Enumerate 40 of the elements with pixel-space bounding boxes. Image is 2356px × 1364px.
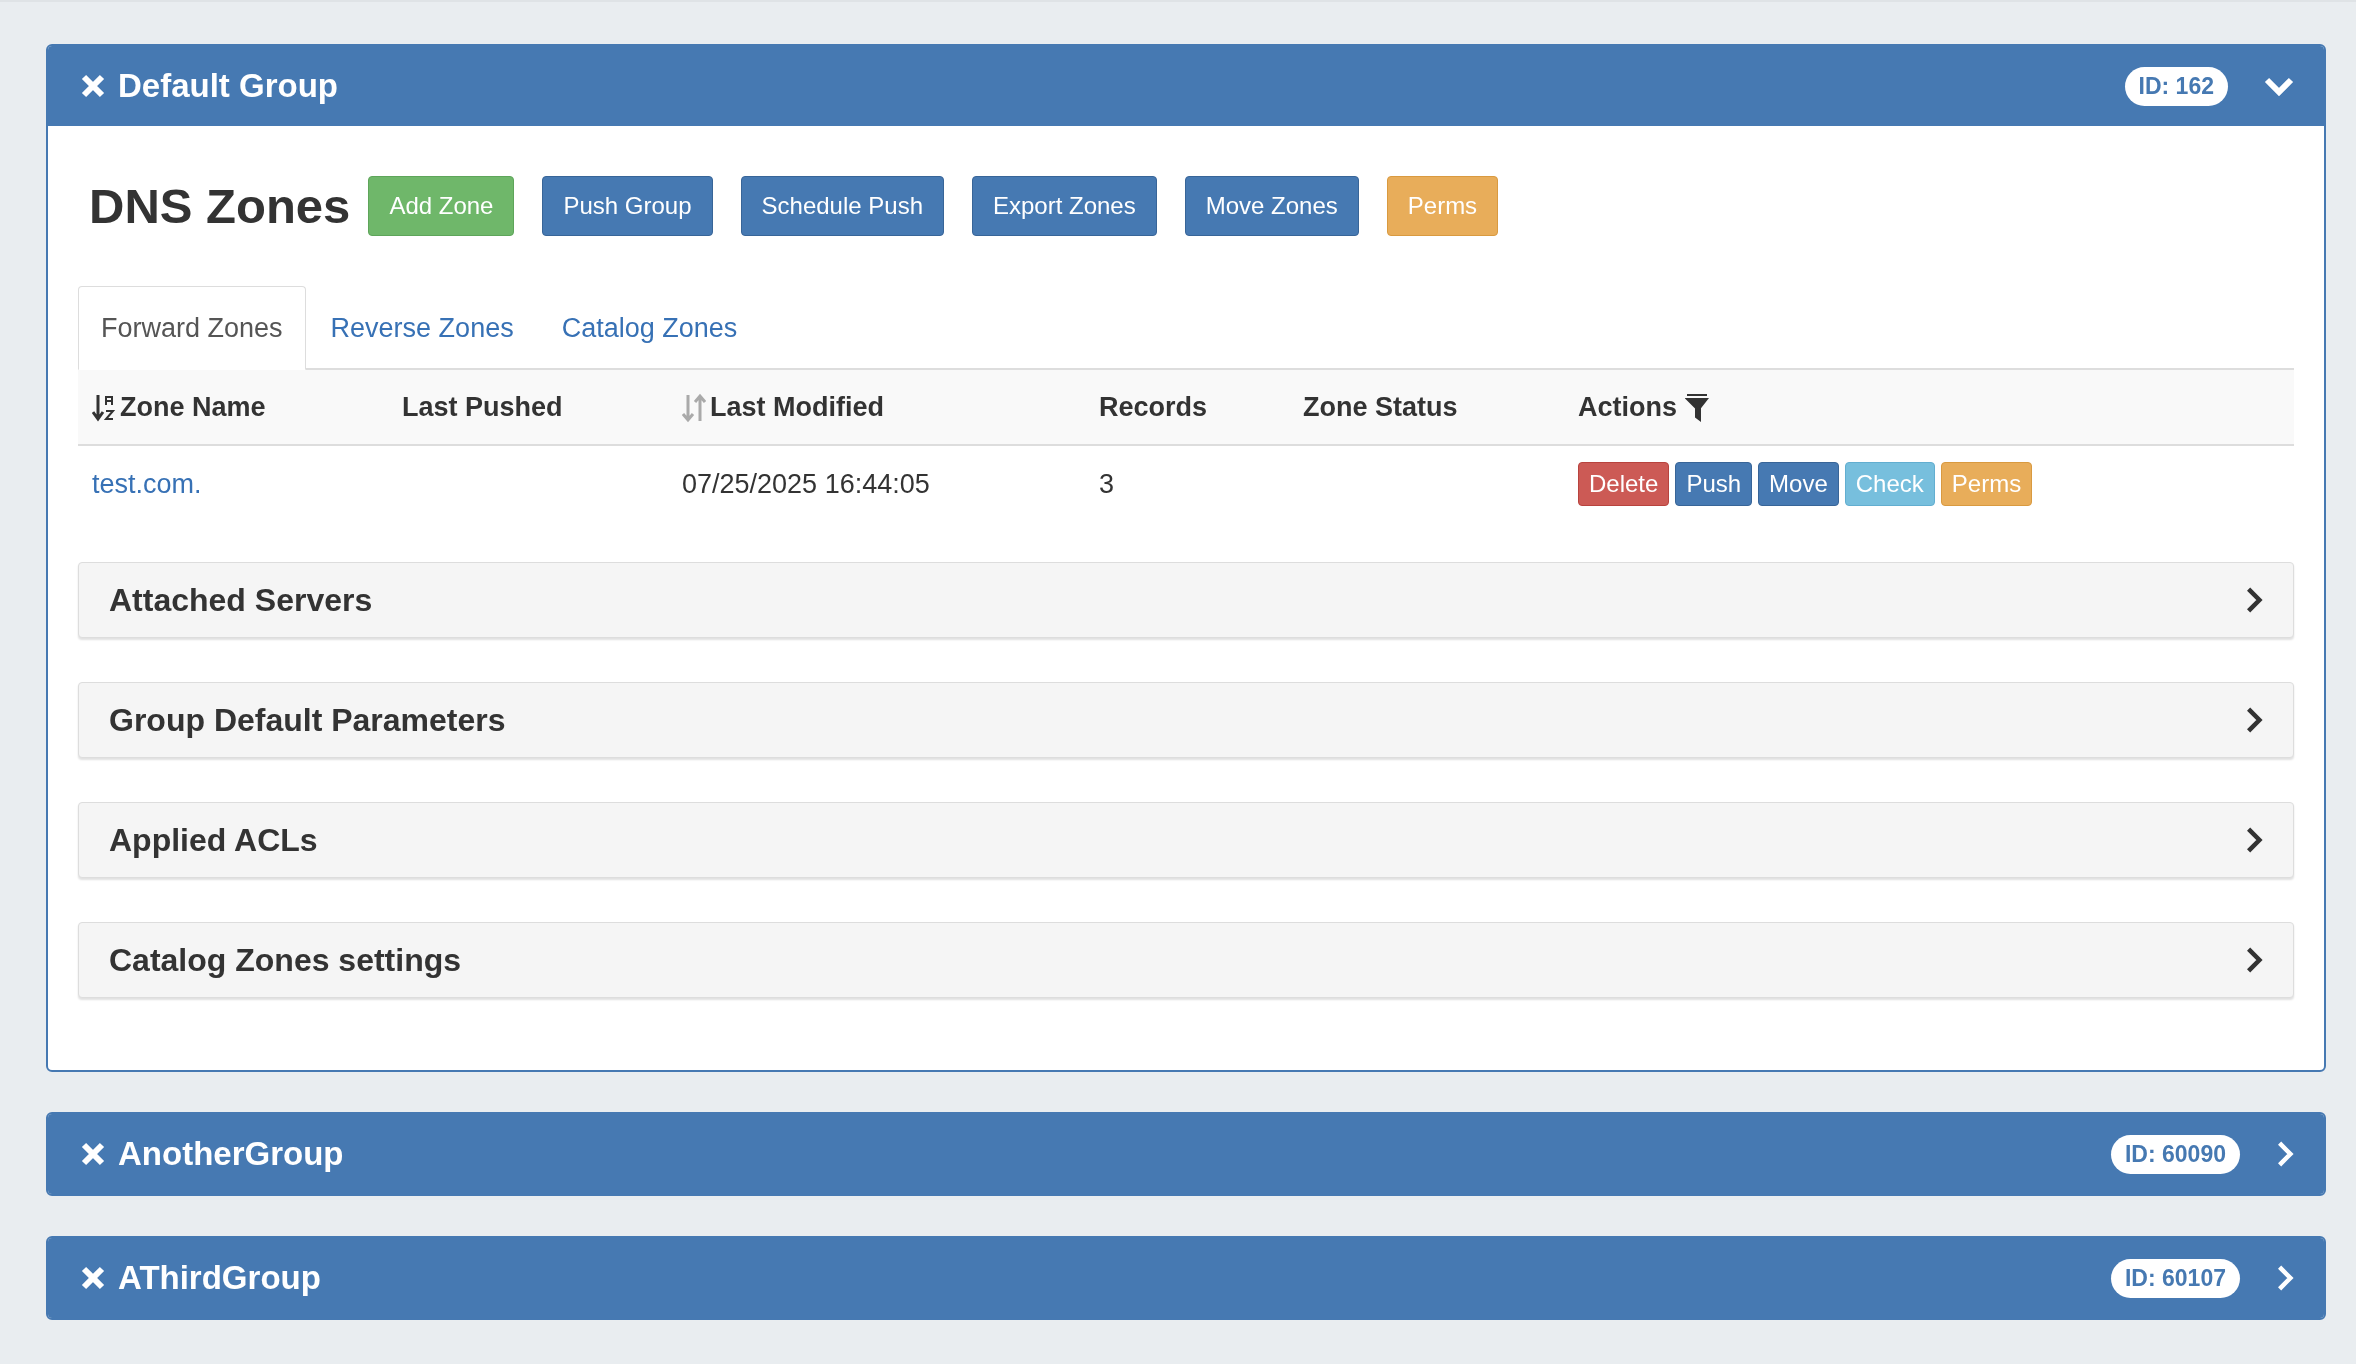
toolbar-button[interactable]: Move Zones <box>1184 176 1359 236</box>
group-title: Default Group <box>118 67 339 105</box>
chevron-right-icon[interactable] <box>2245 586 2263 614</box>
id-badge: ID: 60107 <box>2111 1258 2240 1298</box>
toolbar-button[interactable]: Schedule Push <box>740 176 944 236</box>
chevron-right-icon[interactable] <box>2245 946 2263 974</box>
column-header[interactable]: Actions <box>1578 392 1677 424</box>
close-icon[interactable] <box>80 1265 106 1291</box>
sort-alpha-icon[interactable] <box>92 392 116 423</box>
section-title: Applied ACLs <box>109 821 318 859</box>
zone-link[interactable]: test.com. <box>92 468 202 500</box>
toolbar-button[interactable]: Add Zone <box>368 176 515 236</box>
toolbar-button[interactable]: Export Zones <box>972 176 1157 236</box>
tab[interactable]: Forward Zones <box>78 286 306 370</box>
chevron-right-icon[interactable] <box>2245 706 2263 734</box>
chevron-down-icon[interactable] <box>2264 76 2294 96</box>
column-header: Zone Status <box>1303 392 1458 424</box>
id-badge: ID: 60090 <box>2111 1134 2240 1174</box>
column-header: Records <box>1099 392 1208 424</box>
filter-icon[interactable] <box>1685 393 1709 422</box>
tab[interactable]: Catalog Zones <box>538 286 761 370</box>
action-button[interactable]: Push <box>1675 462 1753 506</box>
table-cell: 3 <box>1099 469 1115 501</box>
close-icon[interactable] <box>80 73 106 99</box>
column-header: Last Pushed <box>402 392 563 424</box>
action-button[interactable]: Delete <box>1578 462 1670 506</box>
section-title: Attached Servers <box>109 581 373 619</box>
section-title: Catalog Zones settings <box>109 941 462 979</box>
group-title: AThirdGroup <box>118 1259 322 1297</box>
tab[interactable]: Reverse Zones <box>307 286 537 370</box>
close-icon[interactable] <box>80 1141 106 1167</box>
id-badge: ID: 162 <box>2124 66 2228 106</box>
chevron-right-icon[interactable] <box>2245 826 2263 854</box>
group-title: AnotherGroup <box>118 1135 345 1173</box>
section-title: Group Default Parameters <box>109 701 506 739</box>
action-button[interactable]: Move <box>1758 462 1839 506</box>
table-cell: 07/25/2025 16:44:05 <box>682 469 930 501</box>
page-heading: DNS Zones <box>89 178 351 234</box>
column-header[interactable]: Last Modified <box>710 392 884 424</box>
toolbar-button[interactable]: Push Group <box>542 176 713 236</box>
